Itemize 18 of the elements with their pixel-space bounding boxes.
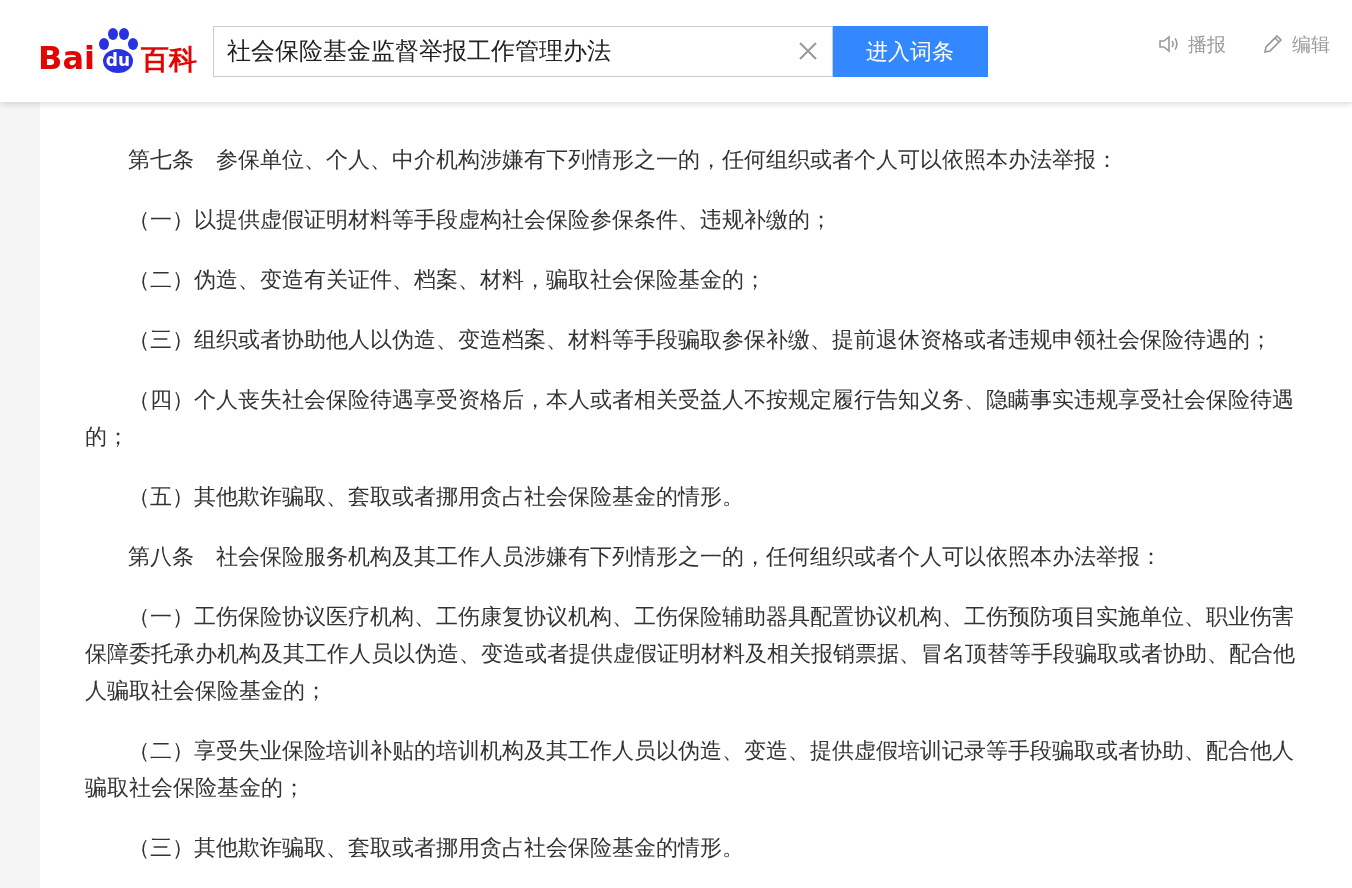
clear-icon[interactable] — [797, 41, 818, 61]
article-paragraph: （四）个人丧失社会保险待遇享受资格后，本人或者相关受益人不按规定履行告知义务、隐瞒事实违规享受社会保险待遇的； — [85, 386, 1295, 451]
action-link[interactable]: 播报 — [1188, 30, 1226, 59]
article-paragraph: （三）组织或者协助他人以伪造、变造档案、材料等手段骗取参保补缴、提前退休资格或者违规申领社会保险待遇的； — [127, 326, 1273, 354]
article-paragraph: （一）以提供虚假证明材料等手段虚构社会保险参保条件、违规补缴的； — [127, 206, 833, 234]
article-paragraph: （二）享受失业保险培训补贴的培训机构及其工作人员以伪造、变造、提供虚假培训记录等手段骗取或者协助、配合他人骗取社会保险基金的； — [85, 737, 1295, 802]
article-paragraph: （三）其他欺诈骗取、套取或者挪用贪占社会保险基金的情形。 — [127, 834, 745, 862]
enter-entry-button[interactable]: 进入词条 — [832, 25, 988, 77]
search-field[interactable]: 社会保险基金监督举报工作管理办法 — [212, 25, 833, 77]
article-paragraph: （二）伪造、变造有关证件、档案、材料，骗取社会保险基金的； — [127, 266, 767, 294]
article-paragraph: （一）工伤保险协议医疗机构、工伤康复协议机构、工伤保险辅助器具配置协议机构、工伤预防项目实施单位、职业伤害保障委托承办机构及其工作人员以伪造、变造或者提供虚假证明材料及相关报销票据、冒名顶替等手段骗取或者协助、配合他人骗取社会保险基金的； — [85, 603, 1296, 705]
article-paragraph: 第八条 社会保险服务机构及其工作人员涉嫌有下列情形之一的，任何组织或者个人可以依照本办法举报： — [127, 543, 1163, 571]
pencil-icon — [1262, 33, 1284, 56]
action-link[interactable]: 编辑 — [1292, 30, 1330, 59]
baike-logo[interactable]: Bai du 百科 — [38, 28, 197, 74]
article-paragraph: （五）其他欺诈骗取、套取或者挪用贪占社会保险基金的情形。 — [127, 483, 745, 511]
article-paragraph: 第七条 参保单位、个人、中介机构涉嫌有下列情形之一的，任何组织或者个人可以依照本办法举报： — [127, 146, 1119, 174]
speaker-icon — [1158, 34, 1180, 55]
